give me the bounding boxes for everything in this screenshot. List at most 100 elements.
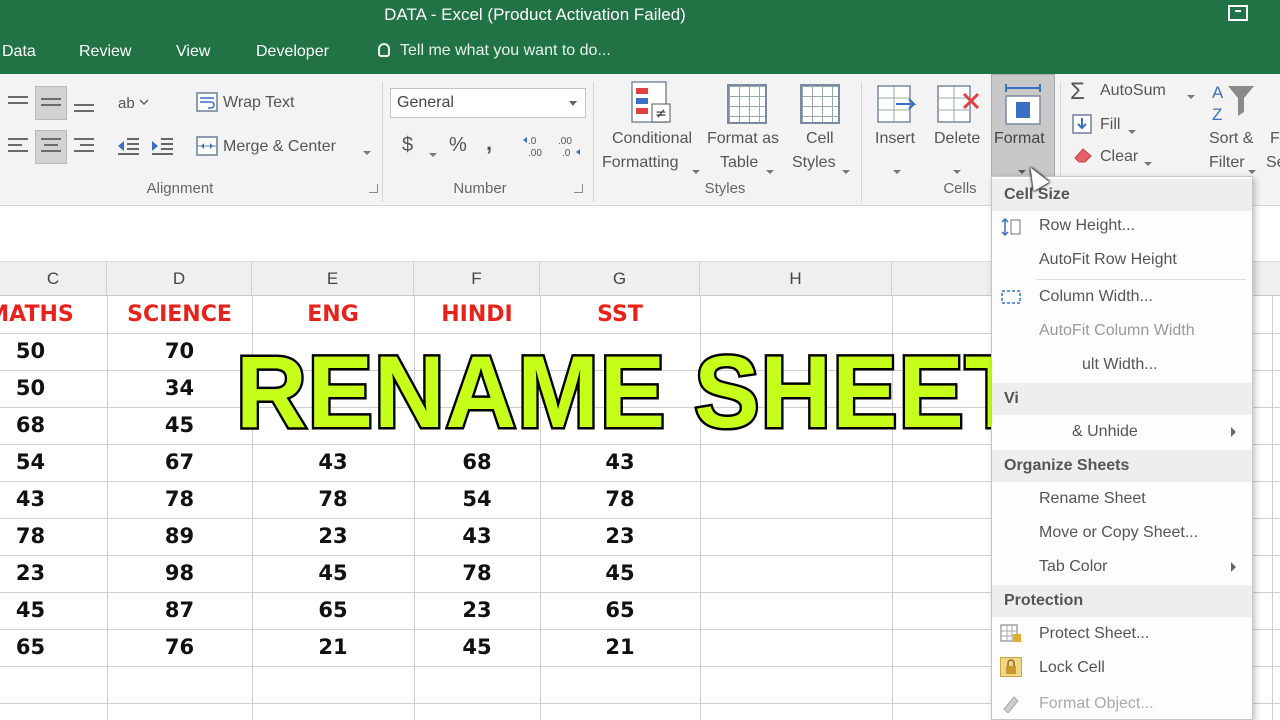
autosum-icon[interactable]: Σ: [1070, 78, 1085, 106]
table-cell[interactable]: 65: [0, 629, 107, 666]
align-right-icon[interactable]: [74, 136, 94, 156]
table-cell[interactable]: 43: [414, 518, 540, 555]
table-cell[interactable]: 21: [540, 629, 700, 666]
format-as-table-label-2[interactable]: Table: [720, 154, 758, 172]
table-cell[interactable]: 67: [107, 444, 252, 481]
tab-developer[interactable]: Developer: [256, 43, 329, 61]
eraser-icon[interactable]: [1072, 146, 1094, 164]
format-button-label[interactable]: Format: [994, 130, 1045, 148]
decrease-decimal-icon[interactable]: .00.0: [556, 134, 584, 159]
table-cell[interactable]: 54: [414, 481, 540, 518]
table-cell[interactable]: 87: [107, 592, 252, 629]
tab-data[interactable]: Data: [2, 43, 36, 61]
table-cell[interactable]: 50: [0, 370, 107, 407]
increase-decimal-icon[interactable]: .0.00: [522, 134, 550, 159]
fill-down-icon[interactable]: [1072, 114, 1092, 134]
table-cell[interactable]: 43: [0, 481, 107, 518]
cell-styles-icon[interactable]: [800, 84, 840, 124]
column-header-h[interactable]: H: [700, 262, 892, 296]
sort-filter-label-2[interactable]: Filter: [1209, 154, 1245, 172]
orientation-icon[interactable]: ab: [118, 92, 154, 112]
table-cell[interactable]: 76: [107, 629, 252, 666]
table-cell[interactable]: 68: [0, 407, 107, 444]
comma-style-button[interactable]: ,: [486, 130, 492, 156]
alignment-dialog-launcher-icon[interactable]: [369, 184, 378, 193]
menu-item-protect-sheet[interactable]: Protect Sheet...: [1039, 625, 1149, 643]
bottom-align-icon[interactable]: [74, 94, 94, 114]
wrap-text-button[interactable]: Wrap Text: [223, 94, 294, 112]
menu-item-autofit-row-height[interactable]: AutoFit Row Height: [1039, 251, 1177, 269]
table-cell[interactable]: 65: [252, 592, 414, 629]
autosum-button[interactable]: AutoSum: [1100, 82, 1166, 100]
cell-styles-label-1[interactable]: Cell: [806, 130, 834, 148]
table-cell[interactable]: 78: [252, 481, 414, 518]
table-cell[interactable]: 21: [252, 629, 414, 666]
table-cell[interactable]: 78: [540, 481, 700, 518]
table-cell[interactable]: 45: [252, 555, 414, 592]
menu-item-rename-sheet[interactable]: Rename Sheet: [1039, 490, 1146, 508]
merge-center-icon[interactable]: [196, 136, 218, 156]
menu-item-autofit-column-width[interactable]: AutoFit Column Width: [1039, 322, 1195, 340]
table-cell[interactable]: 23: [540, 518, 700, 555]
chevron-down-icon[interactable]: [362, 144, 372, 155]
number-dialog-launcher-icon[interactable]: [574, 184, 583, 193]
table-cell[interactable]: 23: [252, 518, 414, 555]
ribbon-display-options-icon[interactable]: [1228, 5, 1248, 21]
align-left-icon[interactable]: [8, 136, 28, 156]
conditional-formatting-label-1[interactable]: Conditional: [606, 130, 698, 148]
decrease-indent-icon[interactable]: [116, 136, 140, 156]
header-cell-science[interactable]: SCIENCE: [107, 296, 252, 333]
number-format-select[interactable]: General: [390, 88, 586, 118]
table-cell[interactable]: 34: [107, 370, 252, 407]
percent-button[interactable]: %: [449, 134, 467, 157]
table-cell[interactable]: 70: [107, 333, 252, 370]
find-select-label-1[interactable]: F: [1270, 130, 1280, 148]
table-cell[interactable]: 65: [540, 592, 700, 629]
table-cell[interactable]: 45: [0, 592, 107, 629]
table-cell[interactable]: 23: [0, 555, 107, 592]
wrap-text-icon[interactable]: [196, 92, 218, 112]
menu-item-move-copy-sheet[interactable]: Move or Copy Sheet...: [1039, 524, 1198, 542]
cell-styles-label-2[interactable]: Styles: [792, 154, 836, 172]
menu-item-row-height[interactable]: Row Height...: [1039, 217, 1135, 235]
format-as-table-icon[interactable]: [727, 84, 767, 124]
sort-filter-label-1[interactable]: Sort &: [1209, 130, 1253, 148]
header-cell-hindi[interactable]: HINDI: [414, 296, 540, 333]
table-cell[interactable]: 23: [414, 592, 540, 629]
menu-item-format-object[interactable]: Format Object...: [1039, 695, 1154, 713]
table-cell[interactable]: 54: [0, 444, 107, 481]
header-cell-maths[interactable]: MATHS: [0, 296, 107, 333]
chevron-down-icon[interactable]: [1186, 88, 1196, 99]
table-cell[interactable]: 78: [414, 555, 540, 592]
table-cell[interactable]: 78: [107, 481, 252, 518]
column-header-g[interactable]: G: [540, 262, 700, 296]
menu-item-column-width[interactable]: Column Width...: [1039, 288, 1153, 306]
tab-view[interactable]: View: [176, 43, 210, 61]
chevron-down-icon[interactable]: [428, 146, 438, 157]
tab-review[interactable]: Review: [79, 43, 131, 61]
menu-item-lock-cell[interactable]: Lock Cell: [1039, 659, 1105, 677]
table-cell[interactable]: 78: [0, 518, 107, 555]
menu-item-default-width[interactable]: ult Width...: [1082, 356, 1158, 374]
format-as-table-label-1[interactable]: Format as: [707, 130, 779, 148]
header-cell-eng[interactable]: ENG: [252, 296, 414, 333]
sort-filter-icon[interactable]: AZ: [1212, 80, 1258, 126]
menu-item-tab-color[interactable]: Tab Color: [1039, 558, 1107, 576]
table-cell[interactable]: 45: [540, 555, 700, 592]
conditional-formatting-label-2[interactable]: Formatting: [602, 154, 678, 172]
clear-button[interactable]: Clear: [1100, 148, 1138, 166]
increase-indent-icon[interactable]: [150, 136, 174, 156]
column-header-c[interactable]: C: [0, 262, 107, 296]
table-cell[interactable]: 89: [107, 518, 252, 555]
conditional-formatting-icon[interactable]: ≠: [630, 80, 674, 126]
find-select-label-2[interactable]: Se: [1266, 154, 1280, 172]
header-cell-sst[interactable]: SST: [540, 296, 700, 333]
table-cell[interactable]: 45: [414, 629, 540, 666]
insert-button[interactable]: Insert: [875, 130, 915, 148]
menu-item-hide-unhide[interactable]: & Unhide: [1072, 423, 1138, 441]
top-align-icon[interactable]: [8, 94, 28, 114]
table-cell[interactable]: 50: [0, 333, 107, 370]
fill-button[interactable]: Fill: [1100, 116, 1120, 134]
format-cells-icon[interactable]: [1002, 82, 1044, 126]
column-header-f[interactable]: F: [414, 262, 540, 296]
